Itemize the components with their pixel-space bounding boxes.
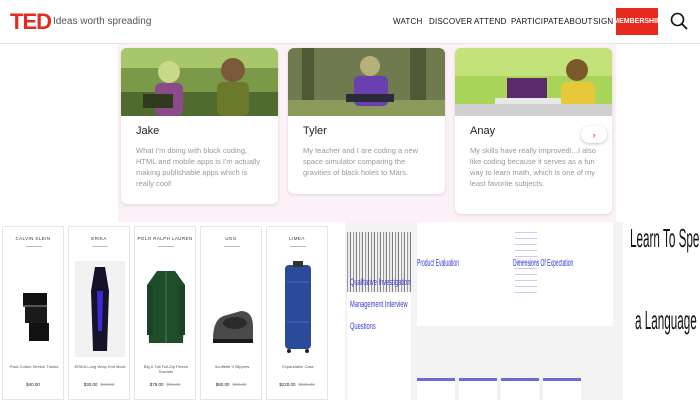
language-banner[interactable]: Learn To Speak a Language [624, 222, 700, 400]
product-title: Pack Cotton Stretch Trunks [9, 364, 59, 369]
product-card[interactable]: CALVIN KLEIN Pack Cotton Stretch Trunks … [2, 226, 64, 400]
slide-main[interactable]: Product Evaluation Dimensions Of Expecta… [417, 222, 613, 326]
product-brand: POLO RALPH LAUREN [137, 236, 193, 241]
product-price: $30.00 $68.00 [69, 382, 129, 387]
divider [158, 246, 174, 247]
site-header: TED Ideas worth spreading WATCH DISCOVER… [0, 0, 700, 44]
slides-panel: Qualitative Investigation Management Int… [345, 222, 623, 400]
product-title: Big & Tall Full-Zip Fleece Sweater [143, 364, 189, 374]
current-price: $78.00 [149, 382, 164, 387]
slide-thumbnail[interactable] [501, 378, 539, 400]
divider [290, 246, 306, 247]
outline-line: Management Interview [350, 299, 408, 310]
original-price: $388.00 [298, 382, 315, 387]
product-image [213, 311, 253, 343]
original-price: $68.00 [100, 382, 115, 387]
divider [92, 246, 108, 247]
story-quote: My teacher and I are coding a new space … [303, 146, 419, 177]
divider [224, 246, 240, 247]
product-card[interactable]: UGG Scuffette II Slippers $80.00 $98.00 [200, 226, 262, 400]
story-quote: My skills have really improved!...I also… [470, 146, 596, 188]
product-card[interactable]: POLO RALPH LAUREN Big & Tall Full-Zip Fl… [134, 226, 196, 400]
story-quote: What I'm doing with block coding, HTML a… [136, 146, 261, 188]
nav-participate[interactable]: PARTICIPATE [511, 17, 564, 26]
outline-line: Qualitative Investigation [350, 277, 411, 288]
product-price: $40.00 [3, 382, 63, 387]
story-photo [288, 48, 445, 116]
story-name: Jake [136, 125, 160, 137]
product-image [23, 293, 49, 341]
chevron-right-icon: › [592, 129, 596, 140]
story-card-jake[interactable]: Jake What I'm doing with block coding, H… [121, 48, 278, 204]
product-brand: CALVIN KLEIN [15, 236, 51, 241]
search-icon[interactable] [670, 12, 688, 30]
product-brand: UGG [225, 236, 237, 241]
product-image [147, 271, 185, 343]
outline-line: Questions [350, 321, 376, 332]
product-price: $78.00 $98.00 [135, 382, 195, 387]
divider [26, 246, 42, 247]
story-photo [121, 48, 278, 116]
product-image [285, 261, 311, 353]
slide-outline[interactable]: Qualitative Investigation Management Int… [347, 232, 411, 400]
product-brand: ERIKA [91, 236, 107, 241]
product-image [75, 261, 125, 357]
slide-outline-text: Qualitative Investigation Management Int… [350, 272, 411, 338]
product-card[interactable]: ERIKA ERIKA Long Wrap Knit Mock $30.00 $6… [68, 226, 130, 400]
ted-logo[interactable]: TED [10, 9, 52, 35]
language-heading-line1: Learn To Speak [630, 223, 700, 253]
membership-button[interactable]: MEMBERSHIP [613, 8, 661, 35]
current-price: $220.00 [279, 382, 296, 387]
slide-thumbnail[interactable] [417, 378, 455, 400]
slide-heading-right: Dimensions Of Expectation [513, 258, 574, 269]
slide-thumbnail[interactable] [543, 378, 581, 400]
carousel-next-button[interactable]: › [581, 126, 607, 143]
current-price: $80.00 [215, 382, 230, 387]
current-price: $40.00 [26, 382, 40, 387]
story-photo [455, 48, 612, 116]
original-price: $98.00 [232, 382, 247, 387]
product-price: $80.00 $98.00 [201, 382, 261, 387]
product-price: $220.00 $388.00 [267, 382, 327, 387]
slide-thumbnail[interactable] [459, 378, 497, 400]
language-heading-line2: a Language [635, 305, 697, 335]
story-card-tyler[interactable]: Tyler My teacher and I are coding a new … [288, 48, 445, 194]
story-name: Tyler [303, 125, 327, 137]
current-price: $30.00 [83, 382, 98, 387]
product-card[interactable]: LIMEA Expandable Case $220.00 $388.00 [266, 226, 328, 400]
student-stories-section: Jake What I'm doing with block coding, H… [118, 44, 616, 222]
product-title: ERIKA Long Wrap Knit Mock [74, 364, 126, 369]
tagline: Ideas worth spreading [53, 16, 152, 27]
nav-watch[interactable]: WATCH [393, 17, 422, 26]
product-title: Expandable Case [282, 364, 314, 369]
original-price: $98.00 [166, 382, 181, 387]
nav-attend[interactable]: ATTEND [474, 17, 507, 26]
slide-heading-left: Product Evaluation [417, 258, 459, 269]
nav-discover[interactable]: DISCOVER [429, 17, 472, 26]
product-brand: LIMEA [289, 236, 305, 241]
nav-about[interactable]: ABOUT [564, 17, 593, 26]
product-title: Scuffette II Slippers [214, 364, 250, 369]
